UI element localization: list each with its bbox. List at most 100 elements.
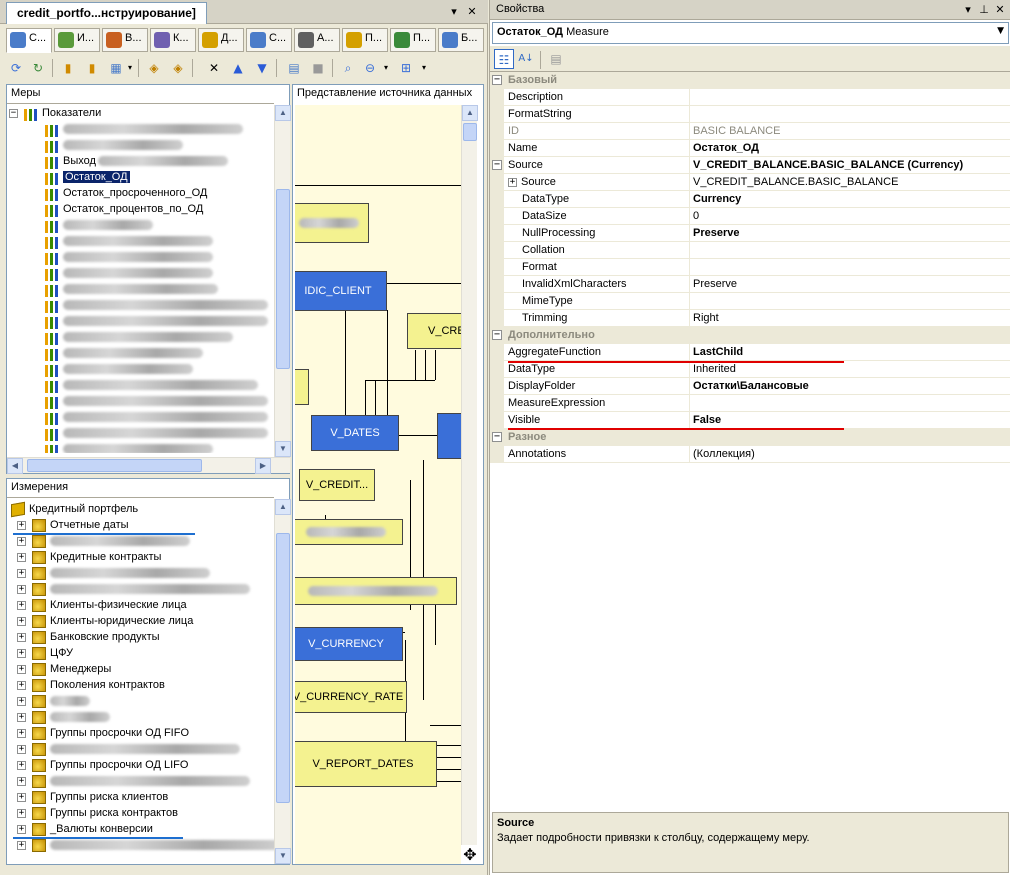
scroll-thumb[interactable] <box>276 189 290 369</box>
dimension-item[interactable]: + Группы риска клиентов <box>17 789 168 805</box>
measure-item[interactable] <box>45 217 153 233</box>
property-value[interactable]: V_CREDIT_BALANCE.BASIC_BALANCE (Currency… <box>690 157 1010 174</box>
property-category[interactable]: − Дополнительно <box>490 327 1010 344</box>
move-down-icon[interactable]: ▼ <box>252 58 272 78</box>
property-row[interactable]: Description <box>490 89 1010 106</box>
dimension-item[interactable]: + Отчетные даты <box>17 517 129 533</box>
property-value[interactable] <box>690 106 1010 123</box>
property-category[interactable]: − Разное <box>490 429 1010 446</box>
dimension-item[interactable]: + Банковские продукты <box>17 629 160 645</box>
scroll-down-icon[interactable]: ▼ <box>275 441 291 457</box>
dimension-item[interactable]: + Группы риска контрактов <box>17 805 178 821</box>
dsv-table[interactable]: V_CRE <box>407 313 461 349</box>
property-value[interactable]: Preserve <box>690 276 1010 293</box>
measure-item[interactable] <box>45 233 213 249</box>
dsv-table[interactable]: V_CURRENCY_RATE <box>295 681 407 713</box>
scroll-thumb[interactable] <box>27 459 202 472</box>
add-dimension-icon[interactable]: ◈ <box>144 58 164 78</box>
dimension-item[interactable]: + <box>17 773 250 789</box>
chevron-down-icon[interactable]: ▾ <box>120 58 140 78</box>
designer-tab[interactable]: С... <box>246 28 292 52</box>
expand-icon[interactable]: + <box>17 824 26 834</box>
categorized-icon[interactable]: ☷ <box>494 49 514 69</box>
dimension-item[interactable]: + Клиенты-физические лица <box>17 597 187 613</box>
property-row[interactable]: DataType Inherited <box>490 361 1010 378</box>
expand-icon[interactable]: + <box>17 696 26 706</box>
expand-icon[interactable]: + <box>17 712 26 722</box>
measure-item[interactable] <box>45 377 258 393</box>
property-value[interactable]: False <box>690 412 1010 429</box>
scroll-up-icon[interactable]: ▲ <box>462 105 478 121</box>
designer-tab[interactable]: Б... <box>438 28 484 52</box>
property-row[interactable]: MimeType <box>490 293 1010 310</box>
dimension-item[interactable]: + Менеджеры <box>17 661 111 677</box>
property-value[interactable]: Остаток_ОД <box>690 140 1010 157</box>
property-row[interactable]: + Source V_CREDIT_BALANCE.BASIC_BALANCE <box>490 174 1010 191</box>
collapse-icon[interactable]: − <box>9 108 18 118</box>
measure-item[interactable] <box>45 425 268 441</box>
measures-hscroll[interactable]: ◀ ▶ <box>7 457 290 474</box>
designer-tab[interactable]: И... <box>54 28 100 52</box>
scroll-left-icon[interactable]: ◀ <box>7 458 23 474</box>
property-row[interactable]: NullProcessing Preserve <box>490 225 1010 242</box>
expand-icon[interactable]: + <box>17 520 26 530</box>
property-row[interactable]: Collation <box>490 242 1010 259</box>
expand-icon[interactable]: + <box>17 680 26 690</box>
dsv-table[interactable] <box>295 369 309 405</box>
measure-item[interactable] <box>45 345 203 361</box>
designer-tab[interactable]: С... <box>6 28 52 53</box>
scroll-up-icon[interactable]: ▲ <box>275 105 291 121</box>
property-row[interactable]: Name Остаток_ОД <box>490 140 1010 157</box>
dimension-item[interactable]: + Поколения контрактов <box>17 677 165 693</box>
chevron-down-icon[interactable]: ▾ <box>376 58 396 78</box>
delete-icon[interactable]: ✕ <box>204 58 224 78</box>
dimension-item[interactable]: + <box>17 741 240 757</box>
dimensions-vscroll[interactable]: ▲ ▼ <box>274 499 291 864</box>
property-row[interactable]: Trimming Right <box>490 310 1010 327</box>
property-row[interactable]: Annotations (Коллекция) <box>490 446 1010 463</box>
measure-item[interactable] <box>45 265 213 281</box>
scroll-thumb[interactable] <box>463 123 477 141</box>
collapse-icon[interactable]: − <box>492 432 502 442</box>
dsv-table[interactable]: V_CURRENCY <box>295 627 403 661</box>
expand-icon[interactable]: + <box>508 177 517 187</box>
property-value[interactable] <box>690 395 1010 412</box>
property-row[interactable]: DataType Currency <box>490 191 1010 208</box>
measure-item[interactable] <box>45 409 268 425</box>
property-value[interactable] <box>690 89 1010 106</box>
dsv-vscroll[interactable]: ▲ <box>461 105 478 845</box>
dimension-item[interactable]: + <box>17 565 210 581</box>
property-value[interactable]: Preserve <box>690 225 1010 242</box>
sort-alpha-icon[interactable]: A↓ <box>516 49 536 69</box>
property-row[interactable]: − Source V_CREDIT_BALANCE.BASIC_BALANCE (C… <box>490 157 1010 174</box>
close-icon[interactable]: ✕ <box>992 2 1008 18</box>
expand-icon[interactable]: + <box>17 536 26 546</box>
measure-item[interactable]: Выход <box>45 153 228 169</box>
dimension-item[interactable]: + _Валюты конверсии <box>17 821 153 837</box>
expand-icon[interactable]: + <box>17 552 26 562</box>
measure-group-root[interactable]: − Показатели <box>9 105 101 121</box>
property-value[interactable] <box>690 259 1010 276</box>
zoom-icon[interactable]: ⌕ <box>338 58 358 78</box>
measure-item[interactable] <box>45 361 193 377</box>
expand-icon[interactable]: + <box>17 776 26 786</box>
property-value[interactable]: Currency <box>690 191 1010 208</box>
property-row[interactable]: MeasureExpression <box>490 395 1010 412</box>
dsv-table[interactable]: V_DATES <box>311 415 399 451</box>
property-value[interactable] <box>690 293 1010 310</box>
measure-item[interactable] <box>45 137 183 153</box>
collapse-icon[interactable]: − <box>492 160 502 170</box>
designer-tab[interactable]: В... <box>102 28 148 52</box>
expand-icon[interactable]: + <box>17 648 26 658</box>
expand-icon[interactable]: + <box>17 584 26 594</box>
close-icon[interactable]: ✕ <box>464 4 480 20</box>
measure-item[interactable] <box>45 121 243 137</box>
property-value[interactable]: 0 <box>690 208 1010 225</box>
expand-icon[interactable]: + <box>17 840 26 850</box>
property-row[interactable]: Format <box>490 259 1010 276</box>
document-tab[interactable]: credit_portfo...нструирование] <box>6 2 207 24</box>
designer-tab[interactable]: П... <box>390 28 436 52</box>
measure-item[interactable] <box>45 393 268 409</box>
property-row[interactable]: DisplayFolder Остатки\Балансовые <box>490 378 1010 395</box>
dsv-table[interactable] <box>295 577 457 605</box>
